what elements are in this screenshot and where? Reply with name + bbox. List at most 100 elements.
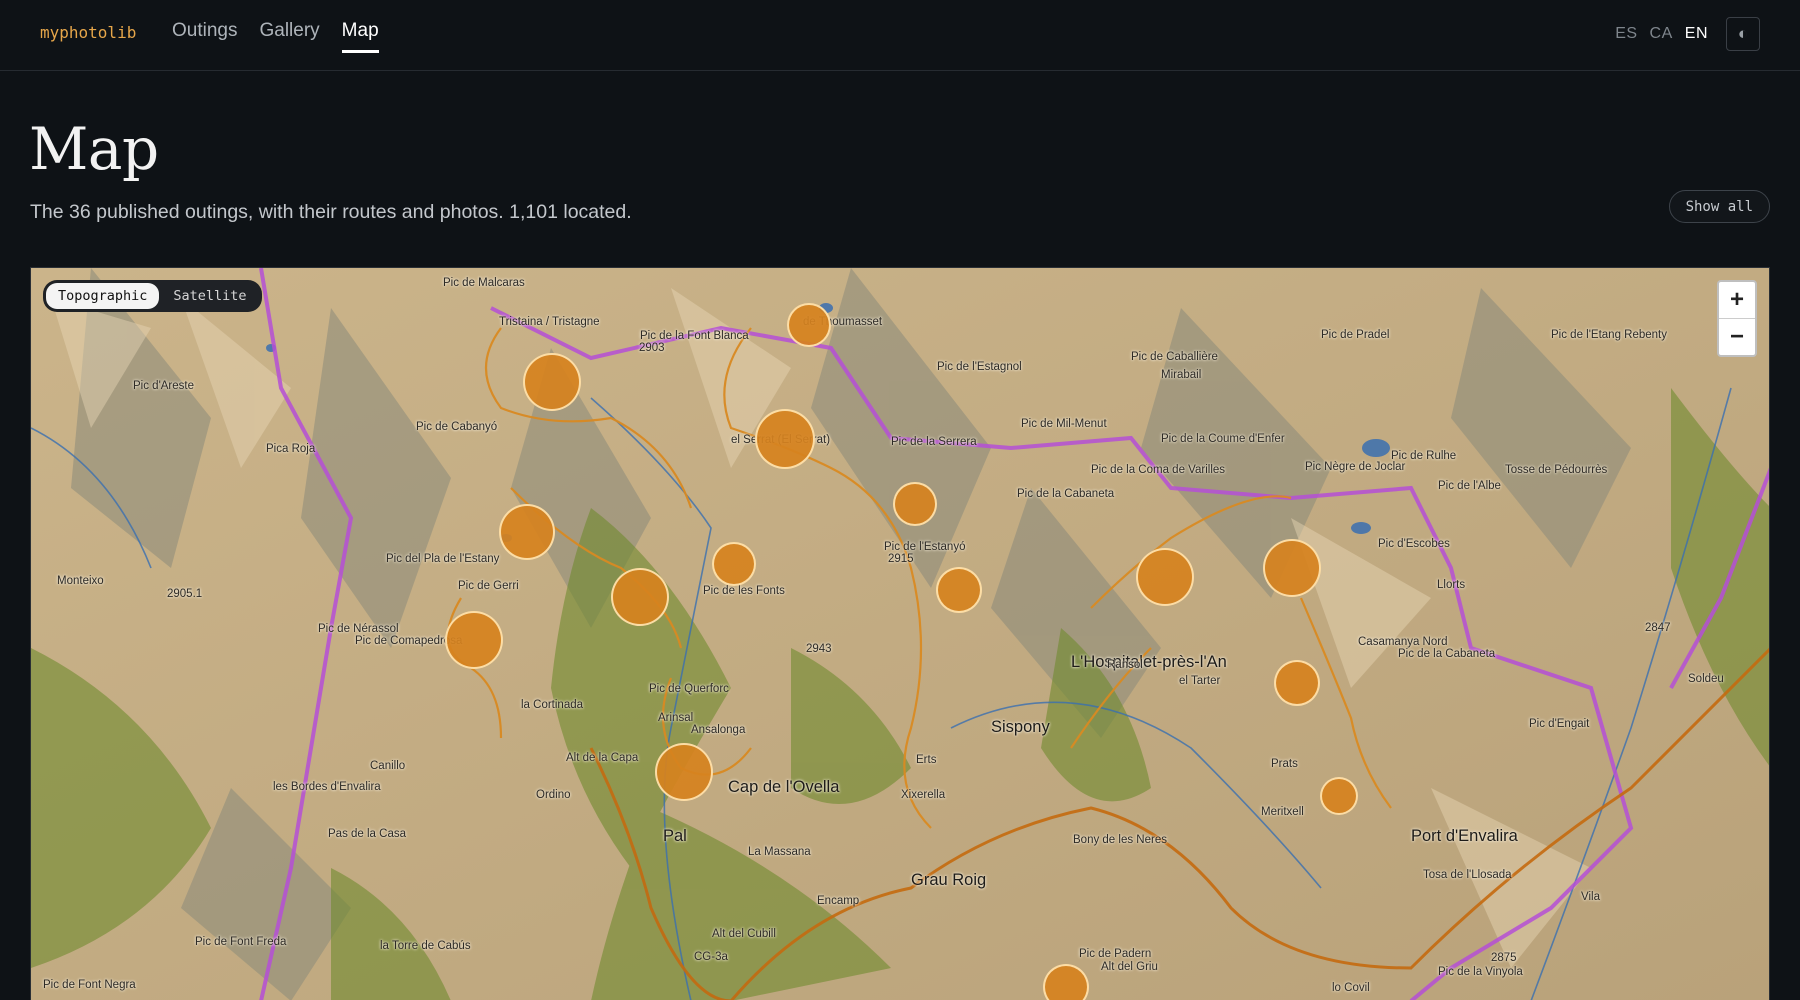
map-place-label: Mirabail — [1161, 369, 1202, 381]
map-place-label: les Bordes d'Envalira — [273, 781, 381, 793]
layer-topographic-button[interactable]: Topographic — [46, 283, 160, 309]
map-place-label: Pica Roja — [266, 443, 316, 455]
lang-es[interactable]: ES — [1615, 25, 1637, 43]
photo-cluster-marker[interactable] — [1263, 539, 1321, 597]
map-place-label: Pic de la Cabaneta — [1017, 488, 1115, 500]
map-place-label: Pic de Gerri — [458, 580, 519, 592]
layer-switcher: Topographic Satellite — [43, 280, 262, 312]
nav-gallery[interactable]: Gallery — [259, 20, 319, 53]
map-place-label: Bony de les Neres — [1073, 834, 1167, 846]
map-place-label: L'Hospitalet-près-l'An — [1071, 653, 1227, 671]
map-place-label: Pic de Malcaras — [443, 277, 525, 289]
map-place-label: Casamanya Nord — [1358, 636, 1448, 648]
map-place-label: Pas de la Casa — [328, 828, 406, 840]
photo-cluster-marker[interactable] — [893, 482, 937, 526]
map-place-label: 2905.1 — [167, 588, 203, 600]
theme-toggle-button[interactable]: ◐ — [1726, 17, 1760, 51]
map-place-label: Meritxell — [1261, 806, 1304, 818]
map-place-label: Ransol — [1107, 659, 1143, 671]
map-place-label: Pic d'Areste — [133, 380, 194, 392]
photo-cluster-marker[interactable] — [1320, 777, 1358, 815]
map-place-label: Tosa de l'Llosada — [1423, 869, 1512, 881]
map-place-label: Prats — [1271, 758, 1298, 770]
brand-logo-link[interactable]: myphotolib — [40, 23, 136, 42]
map-place-label: 2847 — [1645, 622, 1671, 634]
map-place-label: Pic de la Cabaneta — [1398, 648, 1496, 660]
map-place-label: Pic de l'Etang Rebenty — [1551, 329, 1667, 341]
map-place-label: lo Covil — [1332, 982, 1370, 994]
contrast-icon: ◐ — [1737, 24, 1749, 43]
map-place-label: Pic de Mil-Menut — [1021, 418, 1107, 430]
nav-outings[interactable]: Outings — [172, 20, 237, 53]
map-place-label: Encamp — [817, 895, 860, 907]
map-place-label: Alt de la Capa — [566, 752, 639, 764]
map-place-label: Arinsal — [658, 712, 694, 724]
photo-cluster-marker[interactable] — [787, 303, 831, 347]
map-place-label: Llorts — [1437, 579, 1466, 591]
map-place-label: Pic de l'Estanyó — [884, 541, 966, 553]
map-place-label: Pic de l'Estagnol — [937, 361, 1022, 373]
map-place-label: Ansalonga — [691, 724, 746, 736]
map-place-label: Pic de la Font Blanca — [640, 330, 749, 342]
map-place-label: Ordino — [536, 789, 571, 801]
map-place-label: Pic Nègre de Joclar — [1305, 461, 1406, 473]
map-place-label: Pic de Caballière — [1131, 351, 1218, 363]
map-place-label: la Torre de Cabús — [380, 940, 471, 952]
map-place-label: Pic de la Coume d'Enfer — [1161, 433, 1285, 445]
photo-cluster-marker[interactable] — [1274, 660, 1320, 706]
photo-cluster-marker[interactable] — [712, 542, 756, 586]
photo-cluster-marker[interactable] — [523, 353, 581, 411]
zoom-in-button[interactable]: + — [1719, 282, 1755, 318]
lang-ca[interactable]: CA — [1650, 25, 1673, 43]
map-place-label: Alt del Cubill — [712, 928, 776, 940]
map-place-label: Erts — [916, 754, 937, 766]
map-place-label: 2875 — [1491, 952, 1517, 964]
map-place-label: Pic de Pradel — [1321, 329, 1390, 341]
map-place-label: Pic de la Coma de Varilles — [1091, 464, 1226, 476]
photo-cluster-marker[interactable] — [936, 567, 982, 613]
map-place-label: CG-3a — [694, 951, 728, 963]
main-nav: Outings Gallery Map — [172, 20, 379, 53]
map-place-label: Sispony — [991, 718, 1050, 736]
nav-map[interactable]: Map — [341, 20, 379, 53]
map-place-label: Grau Roig — [911, 871, 987, 889]
language-switcher: ES CA EN — [1615, 25, 1708, 43]
map-place-label: Pic de Font Freda — [195, 936, 287, 948]
lang-en[interactable]: EN — [1685, 25, 1708, 43]
map-place-label: Soldeu — [1688, 673, 1724, 685]
map-place-label: Monteixo — [57, 575, 104, 587]
photo-cluster-marker[interactable] — [499, 504, 555, 560]
photo-cluster-marker[interactable] — [1136, 548, 1194, 606]
terrain-basemap — [31, 268, 1769, 1000]
map-place-label: Pic de les Fonts — [703, 585, 785, 597]
map-place-label: Pic de la Serrera — [891, 436, 977, 448]
top-navigation-bar: myphotolib Outings Gallery Map ES CA EN … — [0, 0, 1800, 71]
photo-cluster-marker[interactable] — [755, 409, 815, 469]
map-place-label: 2915 — [888, 553, 914, 565]
zoom-out-button[interactable]: − — [1719, 318, 1755, 355]
map-place-label: Port d'Envalira — [1411, 827, 1518, 845]
map-place-label: Pic de la Vinyola — [1438, 966, 1523, 978]
map-place-label: Xixerella — [901, 789, 946, 801]
map-place-label: Cap de l'Ovella — [728, 778, 840, 796]
map-place-label: 2903 — [639, 342, 665, 354]
page-title: Map — [29, 115, 159, 183]
photo-cluster-marker[interactable] — [655, 743, 713, 801]
map-place-label: Pic de Font Negra — [43, 979, 136, 991]
map-place-label: Tristaina / Tristagne — [499, 316, 600, 328]
map-place-label: Pic de l'Albe — [1438, 480, 1501, 492]
layer-satellite-button[interactable]: Satellite — [161, 283, 258, 309]
map-place-label: Pic de Nérassol — [318, 623, 399, 635]
map-view[interactable]: Pic de Malcaras Tristaina / Tristagne Pic … — [30, 267, 1770, 1000]
map-place-label: 2943 — [806, 643, 832, 655]
map-place-label: la Cortinada — [521, 699, 584, 711]
photo-cluster-marker[interactable] — [611, 568, 669, 626]
map-place-label: Pic d'Engait — [1529, 718, 1590, 730]
show-all-button[interactable]: Show all — [1668, 190, 1770, 223]
photo-cluster-marker[interactable] — [445, 611, 503, 669]
map-place-label: Canillo — [370, 760, 406, 772]
map-place-label: La Massana — [748, 846, 811, 858]
map-place-label: Vila — [1581, 891, 1600, 903]
map-place-label: Pic de Padern — [1079, 948, 1152, 960]
map-place-label: Alt del Griu — [1101, 961, 1158, 973]
